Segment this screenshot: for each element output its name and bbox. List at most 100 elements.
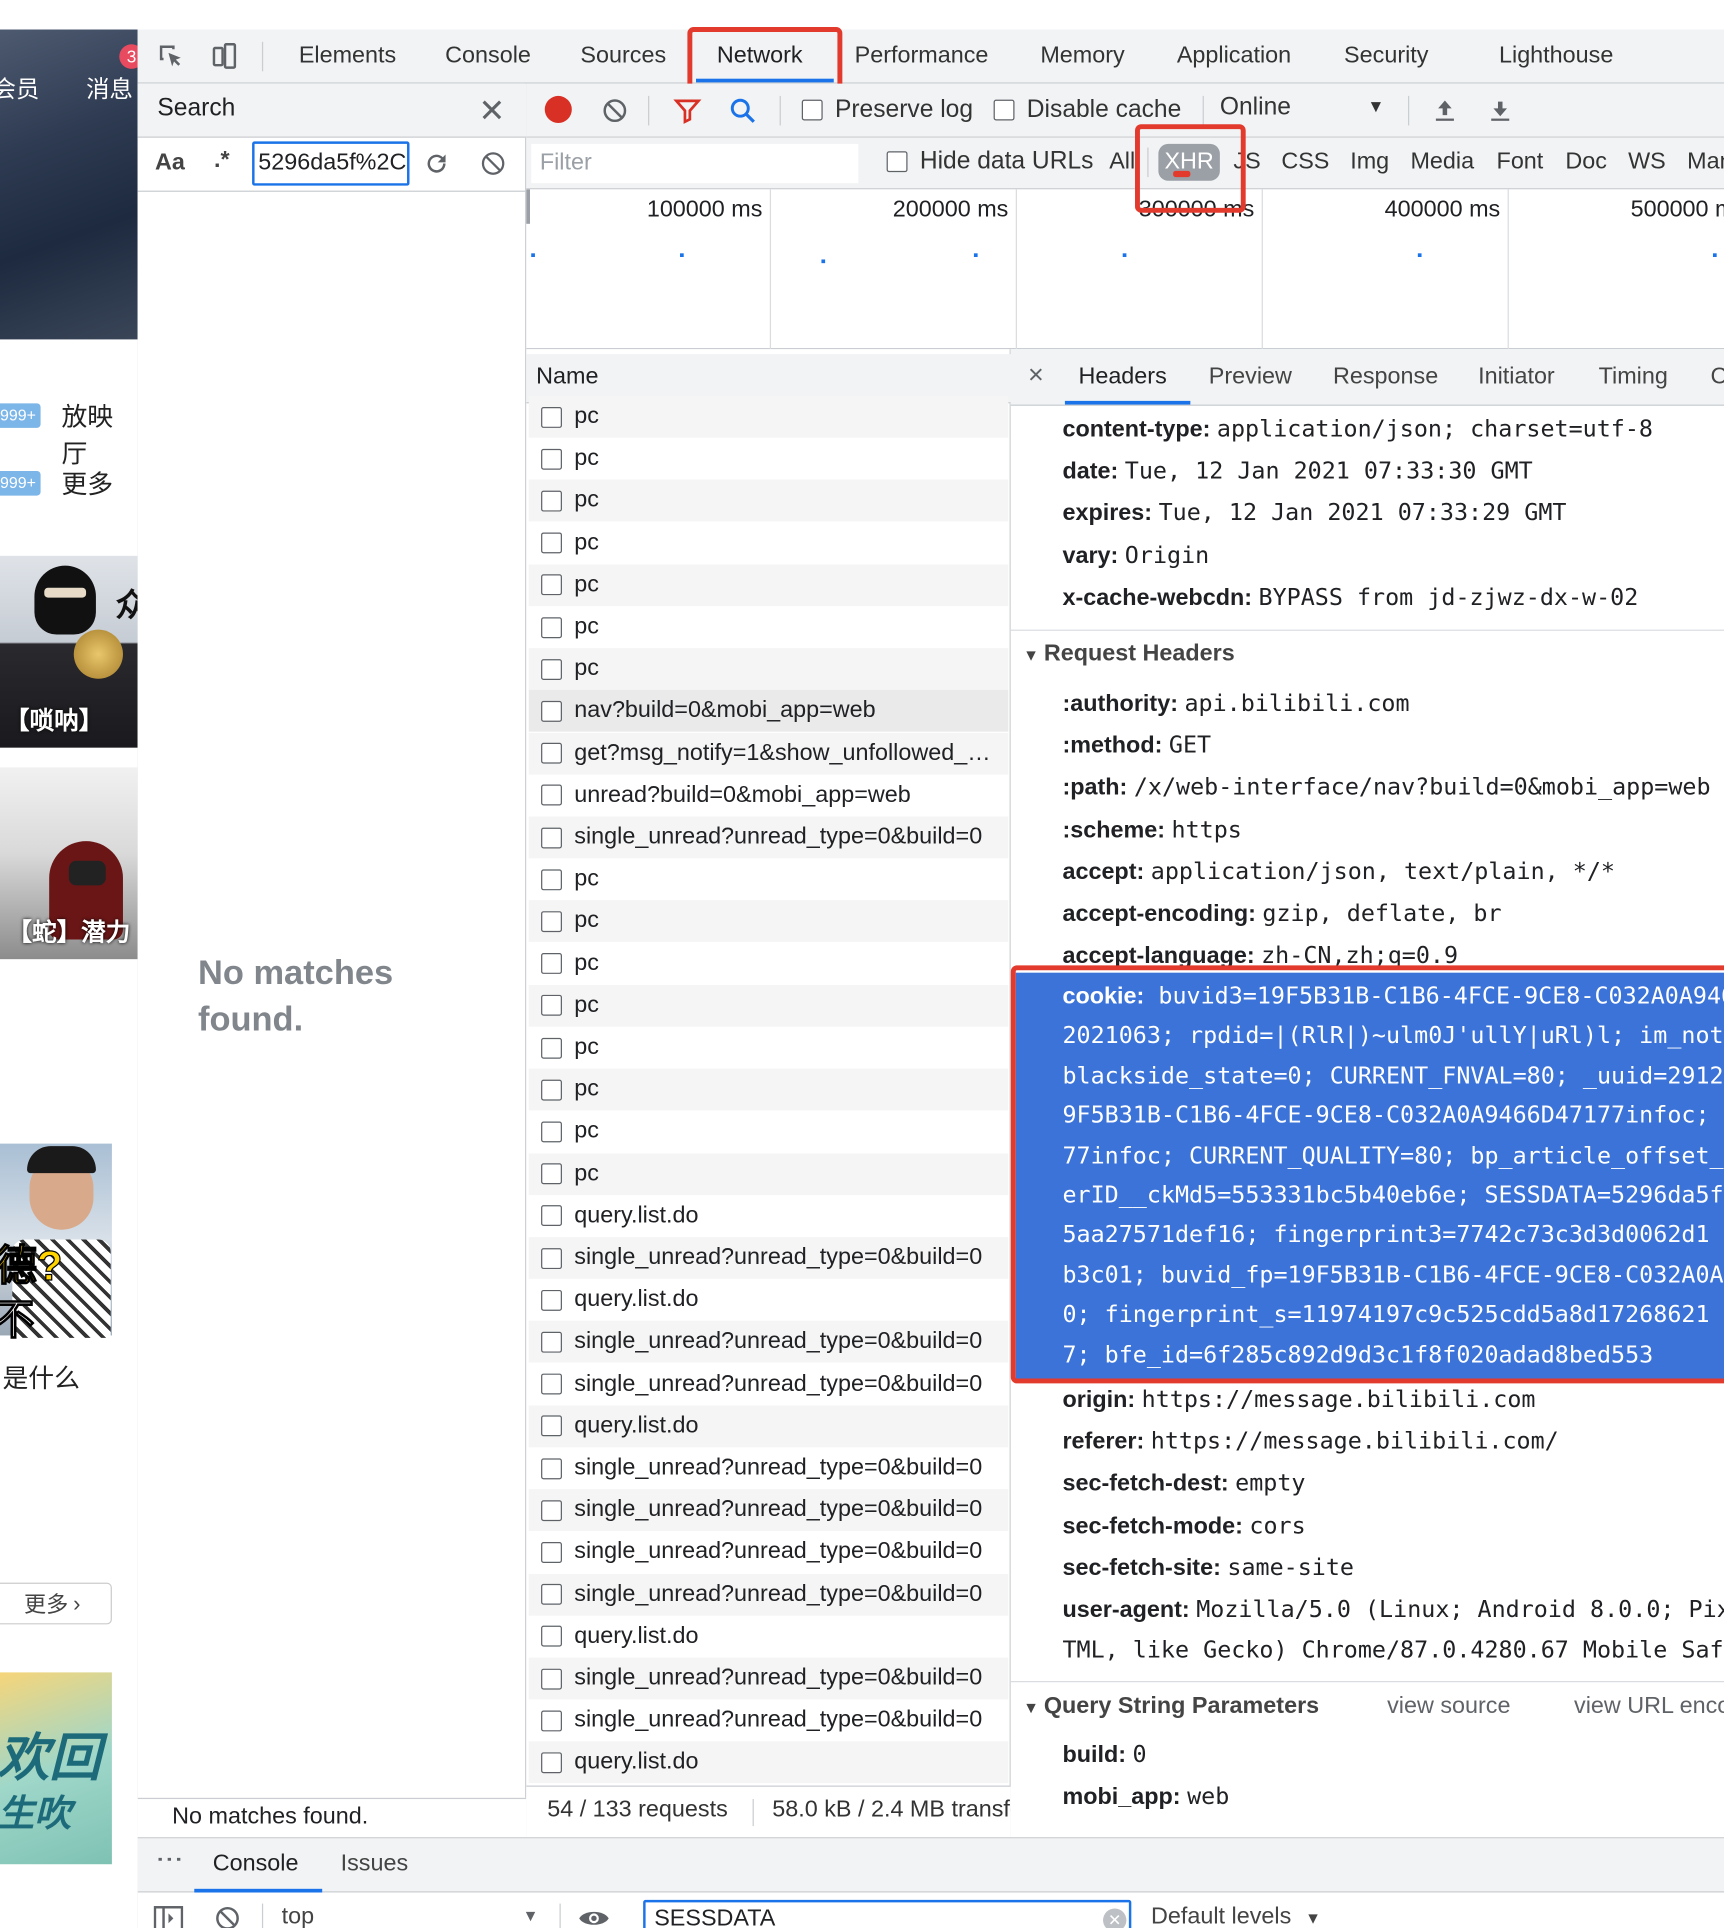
tab-application[interactable]: Application bbox=[1177, 30, 1291, 84]
filter-funnel-icon[interactable] bbox=[671, 95, 703, 127]
checkbox-box[interactable] bbox=[801, 99, 823, 121]
request-headers-section[interactable]: ▼ Request Headers bbox=[1023, 641, 1235, 668]
view-url-encoded-link[interactable]: view URL encoded bbox=[1574, 1693, 1724, 1720]
filter-input[interactable]: Filter bbox=[531, 143, 859, 184]
tab-network[interactable]: Network bbox=[717, 30, 803, 84]
request-checkbox[interactable] bbox=[541, 1079, 562, 1101]
request-row[interactable]: get?msg_notify=1&show_unfollowed_msg=1 bbox=[528, 732, 1009, 775]
request-checkbox[interactable] bbox=[541, 1247, 562, 1269]
request-row[interactable]: single_unread?unread_type=0&build=0 bbox=[528, 1531, 1009, 1574]
header-member-link[interactable]: 会员 bbox=[0, 71, 39, 104]
tab-headers[interactable]: Headers bbox=[1078, 355, 1166, 404]
request-checkbox[interactable] bbox=[541, 1331, 562, 1353]
request-row[interactable]: query.list.do bbox=[528, 1279, 1009, 1321]
tab-preview[interactable]: Preview bbox=[1209, 355, 1292, 404]
nav-link-more[interactable]: 更多 bbox=[61, 465, 113, 502]
disable-cache-checkbox[interactable]: Disable cache bbox=[993, 96, 1181, 124]
request-checkbox[interactable] bbox=[541, 1752, 562, 1774]
match-case-toggle[interactable]: Aa bbox=[155, 150, 185, 177]
request-checkbox[interactable] bbox=[541, 448, 562, 470]
request-checkbox[interactable] bbox=[541, 1205, 562, 1227]
filter-doc[interactable]: Doc bbox=[1565, 143, 1607, 182]
log-levels-select[interactable]: Default levels ▼ bbox=[1151, 1904, 1321, 1928]
promo-thumbnail[interactable]: 欢回 生吹 bbox=[0, 1672, 112, 1865]
filter-js[interactable]: JS bbox=[1233, 143, 1260, 182]
eye-icon[interactable] bbox=[575, 1904, 612, 1928]
request-checkbox[interactable] bbox=[541, 784, 562, 806]
request-checkbox[interactable] bbox=[541, 616, 562, 638]
tab-performance[interactable]: Performance bbox=[855, 30, 989, 84]
export-har-icon[interactable] bbox=[1484, 95, 1516, 127]
hide-data-urls-checkbox[interactable]: Hide data URLs bbox=[886, 148, 1093, 176]
request-row[interactable]: single_unread?unread_type=0&build=0 bbox=[528, 1321, 1009, 1363]
inspect-element-icon[interactable] bbox=[154, 39, 188, 73]
request-row[interactable]: pc bbox=[528, 1152, 1009, 1195]
request-checkbox[interactable] bbox=[541, 1373, 562, 1395]
search-input[interactable]: 5296da5f%2C bbox=[252, 141, 410, 186]
nav-link-cinema[interactable]: 放映厅 bbox=[61, 397, 137, 471]
filter-media[interactable]: Media bbox=[1410, 143, 1474, 182]
filter-all[interactable]: All bbox=[1109, 143, 1135, 182]
request-row[interactable]: single_unread?unread_type=0&build=0 bbox=[528, 1699, 1009, 1742]
request-checkbox[interactable] bbox=[541, 1037, 562, 1059]
filter-manifest[interactable]: Manifest bbox=[1687, 143, 1724, 182]
request-row[interactable]: query.list.do bbox=[528, 1195, 1009, 1237]
record-button[interactable] bbox=[544, 95, 572, 123]
view-source-link[interactable]: view source bbox=[1387, 1693, 1510, 1720]
more-button[interactable]: 更多 › bbox=[0, 1582, 112, 1625]
request-row[interactable]: pc bbox=[528, 395, 1009, 438]
request-row[interactable]: unread?build=0&mobi_app=web bbox=[528, 774, 1009, 817]
import-har-icon[interactable] bbox=[1429, 95, 1461, 127]
tab-initiator[interactable]: Initiator bbox=[1478, 355, 1555, 404]
drawer-menu-icon[interactable]: ⋮ bbox=[155, 1846, 186, 1873]
request-row[interactable]: pc bbox=[528, 522, 1009, 564]
request-row[interactable]: pc bbox=[528, 1110, 1009, 1153]
request-row[interactable]: pc bbox=[528, 438, 1009, 480]
request-row[interactable]: pc bbox=[528, 564, 1009, 606]
request-checkbox[interactable] bbox=[541, 1626, 562, 1647]
request-checkbox[interactable] bbox=[541, 532, 562, 554]
request-row[interactable]: pc bbox=[528, 1068, 1009, 1111]
request-checkbox[interactable] bbox=[541, 1499, 562, 1521]
request-checkbox[interactable] bbox=[541, 826, 562, 848]
video-thumbnail[interactable]: 德? 不 bbox=[0, 1143, 112, 1345]
tab-memory[interactable]: Memory bbox=[1040, 30, 1124, 84]
request-row[interactable]: single_unread?unread_type=0&build=0 bbox=[528, 816, 1009, 859]
clear-console-icon[interactable] bbox=[212, 1904, 244, 1928]
request-row[interactable]: single_unread?unread_type=0&build=0 bbox=[528, 1237, 1009, 1279]
device-toolbar-icon[interactable] bbox=[207, 39, 241, 73]
request-checkbox[interactable] bbox=[541, 1289, 562, 1311]
request-row[interactable]: single_unread?unread_type=0&build=0 bbox=[528, 1447, 1009, 1490]
header-messages-link[interactable]: 消息 bbox=[86, 71, 133, 104]
request-row[interactable]: pc bbox=[528, 606, 1009, 649]
request-row[interactable]: single_unread?unread_type=0&build=0 bbox=[528, 1657, 1009, 1700]
request-checkbox[interactable] bbox=[541, 1163, 562, 1185]
tab-lighthouse[interactable]: Lighthouse bbox=[1499, 30, 1613, 84]
request-checkbox[interactable] bbox=[541, 995, 562, 1017]
filter-img[interactable]: Img bbox=[1350, 143, 1389, 182]
request-checkbox[interactable] bbox=[541, 700, 562, 722]
request-checkbox[interactable] bbox=[541, 574, 562, 596]
request-checkbox[interactable] bbox=[541, 1415, 562, 1437]
request-checkbox[interactable] bbox=[541, 658, 562, 680]
request-checkbox[interactable] bbox=[541, 1541, 562, 1563]
request-row[interactable]: single_unread?unread_type=0&build=0 bbox=[528, 1489, 1009, 1532]
query-params-section[interactable]: ▼ Query String Parameters bbox=[1023, 1693, 1319, 1720]
checkbox-box[interactable] bbox=[886, 151, 908, 173]
search-icon[interactable] bbox=[727, 95, 759, 127]
request-checkbox[interactable] bbox=[541, 1668, 562, 1689]
request-row[interactable]: pc bbox=[528, 984, 1009, 1027]
drawer-tab-issues[interactable]: Issues bbox=[341, 1851, 409, 1878]
filter-font[interactable]: Font bbox=[1497, 143, 1544, 182]
console-filter-input[interactable]: SESSDATA bbox=[643, 1899, 1132, 1928]
request-checkbox[interactable] bbox=[541, 869, 562, 890]
request-row[interactable]: query.list.do bbox=[528, 1405, 1009, 1448]
request-row[interactable]: pc bbox=[528, 648, 1009, 691]
request-checkbox[interactable] bbox=[541, 1121, 562, 1143]
clear-icon[interactable] bbox=[477, 148, 509, 180]
tab-elements[interactable]: Elements bbox=[299, 30, 396, 84]
checkbox-box[interactable] bbox=[993, 99, 1015, 121]
request-row[interactable]: single_unread?unread_type=0&build=0 bbox=[528, 1363, 1009, 1406]
request-row[interactable]: query.list.do bbox=[528, 1741, 1009, 1784]
request-row[interactable]: nav?build=0&mobi_app=web bbox=[528, 690, 1009, 733]
